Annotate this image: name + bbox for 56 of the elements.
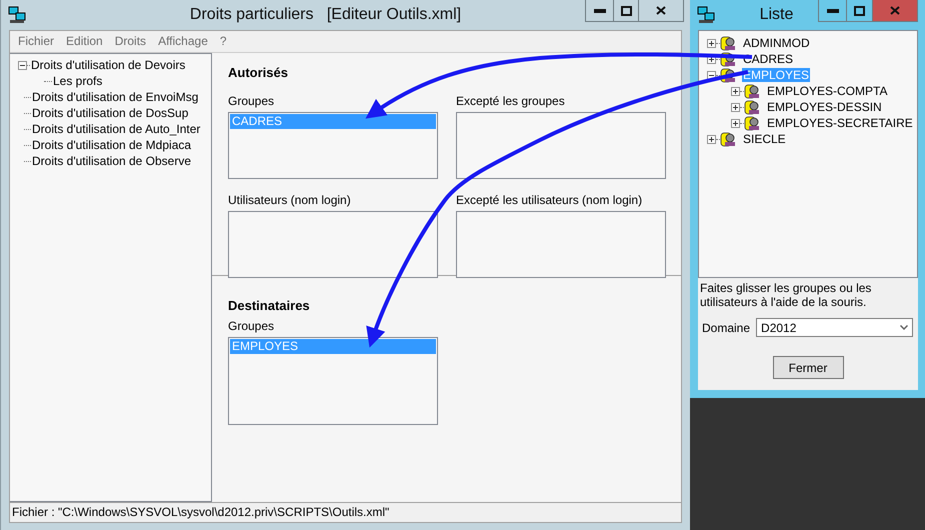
minimize-icon xyxy=(594,8,606,12)
tree-item[interactable]: ADMINMOD xyxy=(742,36,811,50)
group-icon xyxy=(744,83,760,99)
list-box[interactable] xyxy=(456,112,666,179)
group-icon xyxy=(720,67,736,83)
tree-item[interactable]: Droits d'utilisation de DosSup xyxy=(31,106,190,120)
expand-toggle[interactable] xyxy=(731,86,740,96)
group-icon xyxy=(720,51,736,67)
expand-toggle[interactable] xyxy=(707,134,716,144)
section-heading: Autorisés xyxy=(228,65,289,80)
section-heading: Destinataires xyxy=(228,298,311,313)
tree-item[interactable]: Droits d'utilisation de Observe xyxy=(31,154,192,168)
menu-item[interactable]: ? xyxy=(214,31,233,52)
menu-item[interactable]: Fichier xyxy=(12,31,60,52)
close-button[interactable]: Fermer xyxy=(772,356,844,379)
domain-label: Domaine xyxy=(702,320,750,334)
menu-item[interactable]: Edition xyxy=(60,31,109,52)
list-label: Groupes xyxy=(228,319,276,333)
maximize-icon xyxy=(620,6,632,16)
expand-toggle[interactable] xyxy=(731,102,740,112)
group-icon xyxy=(744,99,760,115)
tree-item[interactable]: Les profs xyxy=(52,74,104,88)
close-icon xyxy=(890,6,900,15)
list-label: Groupes xyxy=(228,94,276,108)
maximize-icon xyxy=(854,6,865,16)
menu-item[interactable]: Affichage xyxy=(152,31,214,52)
tree-item[interactable]: EMPLOYES-DESSIN xyxy=(766,100,883,114)
list-label: Utilisateurs (nom login) xyxy=(228,193,352,207)
tree-item[interactable]: Droits d'utilisation de Devoirs xyxy=(30,58,186,72)
tree-item[interactable]: EMPLOYES-SECRETAIRE xyxy=(766,116,914,130)
list-box[interactable] xyxy=(228,211,438,278)
tree-item[interactable]: Droits d'utilisation de EnvoiMsg xyxy=(31,90,200,104)
group-icon xyxy=(720,131,736,147)
close-icon xyxy=(656,6,666,15)
list-box[interactable] xyxy=(456,211,666,278)
group-icon xyxy=(720,35,736,51)
group-icon xyxy=(744,115,760,131)
menu-item[interactable]: Droits xyxy=(108,31,152,52)
minimize-icon xyxy=(826,8,838,12)
window-title: Droits particuliers [Editeur Outils.xml] xyxy=(188,5,462,25)
list-label: Excepté les groupes xyxy=(456,94,566,108)
chevron-icon xyxy=(900,325,908,330)
expand-toggle[interactable] xyxy=(731,118,740,128)
expand-toggle[interactable] xyxy=(707,38,716,48)
collapse-toggle[interactable] xyxy=(707,70,716,80)
tree-item[interactable]: SIECLE xyxy=(742,132,787,146)
tree-item[interactable]: EMPLOYES-COMPTA xyxy=(766,84,888,98)
hint-text: Faites glisser les groupes ou les utilisateurs à l'aide de la souris. xyxy=(699,280,872,309)
tree-item[interactable]: Droits d'utilisation de Auto_Inter xyxy=(31,122,202,136)
window-title: Liste xyxy=(758,5,794,25)
tree-item[interactable]: Droits d'utilisation de Mdpiaca xyxy=(31,138,192,152)
domain-dropdown[interactable]: D2012 xyxy=(756,318,914,337)
collapse-toggle[interactable] xyxy=(18,60,27,70)
app-icon xyxy=(697,6,715,24)
list-label: Excepté les utilisateurs (nom login) xyxy=(456,193,644,207)
app-icon xyxy=(8,6,26,24)
